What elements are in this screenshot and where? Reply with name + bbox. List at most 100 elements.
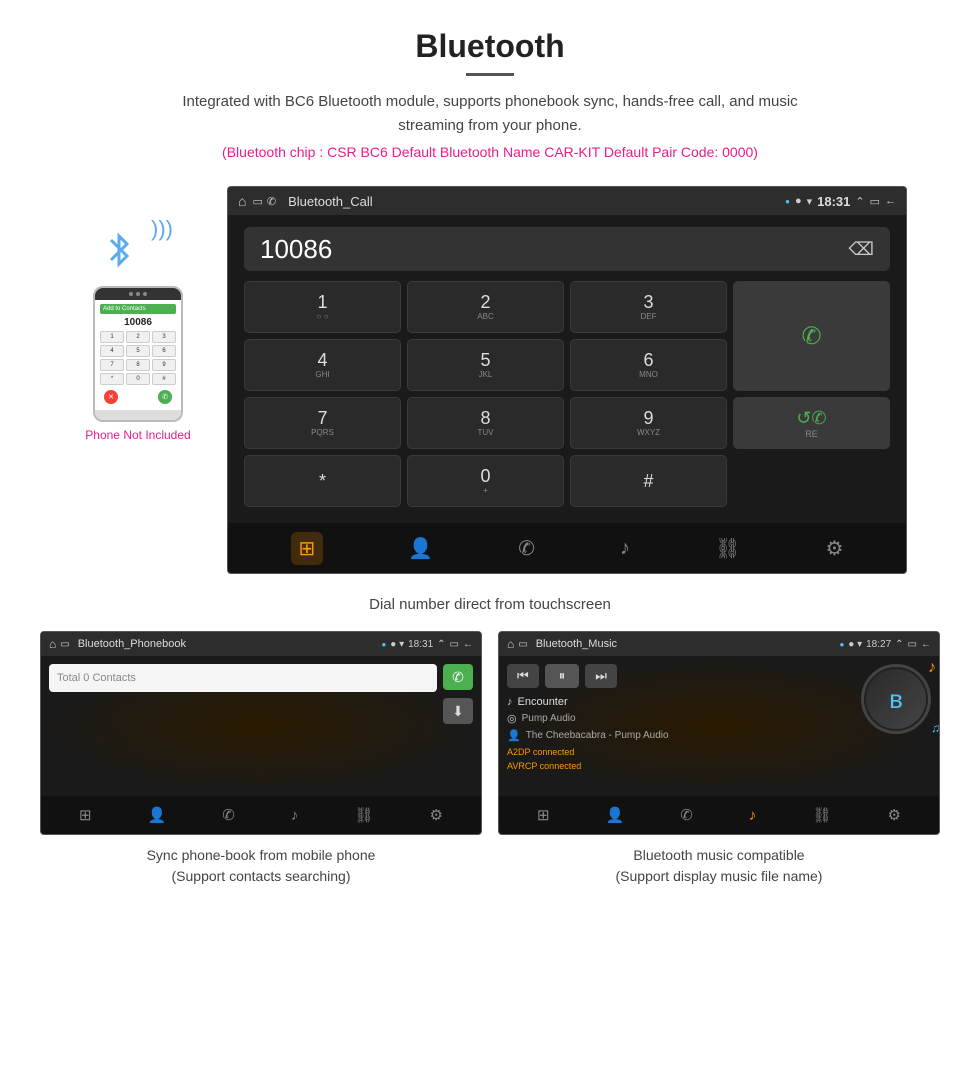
settings-tab[interactable]: ⚙ — [826, 536, 844, 561]
bt-dot-music: ● — [839, 640, 844, 649]
settings-icon-pb[interactable]: ⚙ — [429, 806, 442, 824]
music-icon-pb[interactable]: ♪ — [291, 807, 299, 824]
key-2[interactable]: 2 ABC — [407, 281, 564, 333]
phone-key-8[interactable]: 8 — [126, 359, 150, 371]
music-caption-line1: Bluetooth music compatible — [633, 847, 804, 863]
key-5[interactable]: 5 JKL — [407, 339, 564, 391]
key-8[interactable]: 8 TUV — [407, 397, 564, 449]
phone-key-9[interactable]: 9 — [152, 359, 176, 371]
page-specs: (Bluetooth chip : CSR BC6 Default Blueto… — [0, 144, 980, 160]
contacts-tab[interactable]: 👤 — [408, 536, 433, 561]
phone-end-button[interactable]: ✕ — [104, 390, 118, 404]
dial-section: ))) Add to Contacts 10086 1 2 3 4 5 — [0, 186, 980, 574]
phonebook-search-bar[interactable]: Total 0 Contacts — [49, 664, 437, 692]
phone-dot — [136, 292, 140, 296]
phonebook-screen-wrap: ⌂ ▭ Bluetooth_Phonebook ● ● ▾ 18:31 ⌃ ▭ … — [40, 631, 482, 891]
album-icon: ◎ — [507, 712, 517, 725]
key-4[interactable]: 4 GHI — [244, 339, 401, 391]
home-icon[interactable]: ⌂ — [238, 193, 246, 209]
back-icon[interactable]: ← — [885, 195, 896, 207]
key-letters: + — [483, 486, 488, 495]
phone-not-included-label: Phone Not Included — [85, 428, 190, 442]
key-hash[interactable]: # — [570, 455, 727, 507]
key-6[interactable]: 6 MNO — [570, 339, 727, 391]
bt-dot-pb: ● — [381, 640, 386, 649]
phone-key-4[interactable]: 4 — [100, 345, 124, 357]
phone-key-0[interactable]: 0 — [126, 373, 150, 385]
music-note-blue-icon: ♫ — [931, 721, 940, 735]
play-pause-button[interactable]: ⏸ — [545, 664, 580, 688]
link-icon-music[interactable]: ⛓ — [812, 806, 831, 824]
call-button[interactable]: ✆ — [733, 281, 890, 391]
phone-call-button[interactable]: ✆ — [158, 390, 172, 404]
phone-key-hash[interactable]: # — [152, 373, 176, 385]
key-num: * — [319, 472, 326, 490]
page-title: Bluetooth — [0, 28, 980, 65]
music-caption-line2: (Support display music file name) — [616, 868, 823, 884]
dialpad-icon-pb[interactable]: ⊞ — [79, 806, 92, 824]
connection-status: A2DP connected AVRCP connected — [507, 746, 853, 773]
keypad-grid: 1 ○ ○ 2 ABC 3 DEF ✆ 4 GHI — [244, 281, 890, 507]
music-info: ⏮ ⏸ ⏭ ♪ Encounter ◎ Pump Audio — [507, 664, 853, 788]
dial-status-bar: ⌂ ▭ ✆ Bluetooth_Call ● ● ▾ 18:31 ⌃ ▭ ← — [228, 187, 906, 215]
key-3[interactable]: 3 DEF — [570, 281, 727, 333]
phone-mockup: Add to Contacts 10086 1 2 3 4 5 6 7 8 9 … — [93, 286, 183, 422]
dial-display-area: 10086 ⌫ 1 ○ ○ 2 ABC 3 DEF — [228, 215, 906, 523]
settings-icon-music[interactable]: ⚙ — [887, 806, 900, 824]
back-pb[interactable]: ← — [463, 639, 473, 650]
phone-bottom-bar — [95, 410, 181, 420]
phonebook-android-screen: ⌂ ▭ Bluetooth_Phonebook ● ● ▾ 18:31 ⌃ ▭ … — [40, 631, 482, 835]
music-icon-music[interactable]: ♪ — [749, 807, 757, 824]
time-music: 18:27 — [866, 639, 891, 650]
phone-key-3[interactable]: 3 — [152, 331, 176, 343]
phone-key-5[interactable]: 5 — [126, 345, 150, 357]
phonebook-call-button[interactable]: ✆ — [443, 664, 473, 690]
phonebook-caption: Sync phone-book from mobile phone (Suppo… — [147, 835, 376, 891]
home-icon-music[interactable]: ⌂ — [507, 637, 514, 651]
avrcp-status: AVRCP connected — [507, 760, 853, 774]
phone-keypad: 1 2 3 4 5 6 7 8 9 * 0 # — [100, 331, 176, 385]
music-playback-controls: ⏮ ⏸ ⏭ — [507, 664, 853, 688]
back-music[interactable]: ← — [921, 639, 931, 650]
call-log-icon-pb[interactable]: ✆ — [222, 806, 235, 824]
redial-icon: ↺✆ — [796, 408, 826, 429]
contacts-icon-music[interactable]: 👤 — [606, 806, 625, 824]
artist-row: 👤 The Cheebacabra - Pump Audio — [507, 729, 853, 742]
phonebook-caption-line2: (Support contacts searching) — [172, 868, 351, 884]
phone-key-7[interactable]: 7 — [100, 359, 124, 371]
dialpad-icon-music[interactable]: ⊞ — [537, 806, 550, 824]
bluetooth-art-inner: ʙ — [866, 669, 926, 729]
key-7[interactable]: 7 PQRS — [244, 397, 401, 449]
rewind-button[interactable]: ⏮ — [507, 664, 539, 688]
expand-pb: ⌃ — [437, 639, 445, 650]
download-icon: ⬇ — [452, 703, 464, 720]
bottom-screens: ⌂ ▭ Bluetooth_Phonebook ● ● ▾ 18:31 ⌃ ▭ … — [0, 631, 980, 891]
link-icon-pb[interactable]: ⛓ — [354, 806, 373, 824]
key-1[interactable]: 1 ○ ○ — [244, 281, 401, 333]
forward-button[interactable]: ⏭ — [585, 664, 617, 688]
home-icon-pb[interactable]: ⌂ — [49, 637, 56, 651]
phone-key-6[interactable]: 6 — [152, 345, 176, 357]
dial-bottom-bar: ⊞ 👤 ✆ ♪ ⛓ ⚙ — [228, 523, 906, 573]
contacts-icon-pb[interactable]: 👤 — [148, 806, 167, 824]
call-log-icon-music[interactable]: ✆ — [680, 806, 693, 824]
music-tab[interactable]: ♪ — [620, 537, 630, 560]
key-0[interactable]: 0 + — [407, 455, 564, 507]
link-tab[interactable]: ⛓ — [715, 536, 740, 561]
phone-key-star[interactable]: * — [100, 373, 124, 385]
dial-caption: Dial number direct from touchscreen — [0, 584, 980, 631]
bluetooth-status-icon: ● — [785, 197, 790, 206]
phonebook-download-button[interactable]: ⬇ — [443, 698, 473, 724]
key-star[interactable]: * — [244, 455, 401, 507]
backspace-button[interactable]: ⌫ — [849, 239, 874, 260]
window-pb: ▭ — [450, 639, 459, 650]
redial-button[interactable]: ↺✆ RE — [733, 397, 890, 449]
dialpad-tab[interactable]: ⊞ — [291, 532, 324, 565]
key-9[interactable]: 9 WXYZ — [570, 397, 727, 449]
key-letters: ○ ○ — [317, 312, 329, 321]
expand-icon: ⌃ — [855, 195, 864, 208]
time-pb: 18:31 — [408, 639, 433, 650]
phone-key-2[interactable]: 2 — [126, 331, 150, 343]
call-log-tab[interactable]: ✆ — [518, 536, 535, 561]
phone-key-1[interactable]: 1 — [100, 331, 124, 343]
